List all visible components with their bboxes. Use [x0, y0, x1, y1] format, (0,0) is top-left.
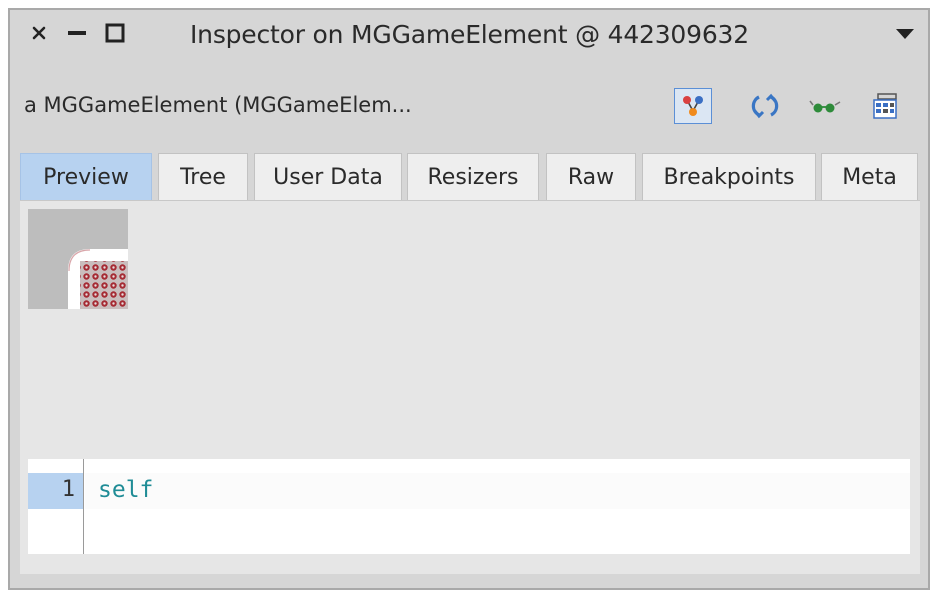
line-gutter: 1: [28, 459, 84, 554]
maximize-button[interactable]: [102, 20, 128, 46]
browse-grid-icon[interactable]: [871, 92, 899, 120]
preview-panel: 1 self: [20, 200, 920, 562]
explore-button[interactable]: [674, 88, 712, 124]
maximize-icon[interactable]: [105, 23, 125, 43]
window-title: Inspector on MGGameElement @ 442309632: [190, 20, 749, 49]
inspector-window: Inspector on MGGameElement @ 442309632 a…: [8, 8, 930, 590]
explore-icon[interactable]: [680, 93, 706, 119]
tab-breakpoints[interactable]: Breakpoints: [642, 153, 816, 201]
window-menu-icon[interactable]: [895, 27, 915, 41]
close-button[interactable]: [26, 20, 52, 46]
title-bar[interactable]: Inspector on MGGameElement @ 442309632: [10, 10, 928, 58]
bottom-strip: [20, 562, 920, 574]
tab-meta[interactable]: Meta: [821, 153, 918, 201]
code-editor[interactable]: 1 self: [28, 459, 910, 554]
tab-preview[interactable]: Preview: [20, 153, 152, 201]
refresh-button[interactable]: [746, 88, 784, 124]
line-number: 1: [61, 477, 75, 502]
tab-bar: Preview Tree User Data Resizers Raw Brea…: [20, 153, 920, 201]
code-text[interactable]: self: [98, 477, 153, 503]
refresh-icon[interactable]: [750, 91, 780, 121]
tab-user-data[interactable]: User Data: [254, 153, 402, 201]
tab-resizers[interactable]: Resizers: [407, 153, 539, 201]
tab-tree[interactable]: Tree: [158, 153, 248, 201]
close-icon[interactable]: [31, 25, 47, 41]
browse-button[interactable]: [866, 88, 904, 124]
window-menu-button[interactable]: [894, 25, 916, 43]
glasses-button[interactable]: [806, 88, 844, 124]
inspector-header: a MGGameElement (MGGameElem...: [10, 80, 928, 130]
object-title: a MGGameElement (MGGameElem...: [24, 93, 412, 117]
current-line: [85, 473, 910, 509]
minimize-icon[interactable]: [67, 25, 87, 41]
tab-raw[interactable]: Raw: [546, 153, 636, 201]
glasses-icon[interactable]: [808, 96, 842, 116]
element-preview-image: [28, 209, 128, 309]
minimize-button[interactable]: [64, 20, 90, 46]
